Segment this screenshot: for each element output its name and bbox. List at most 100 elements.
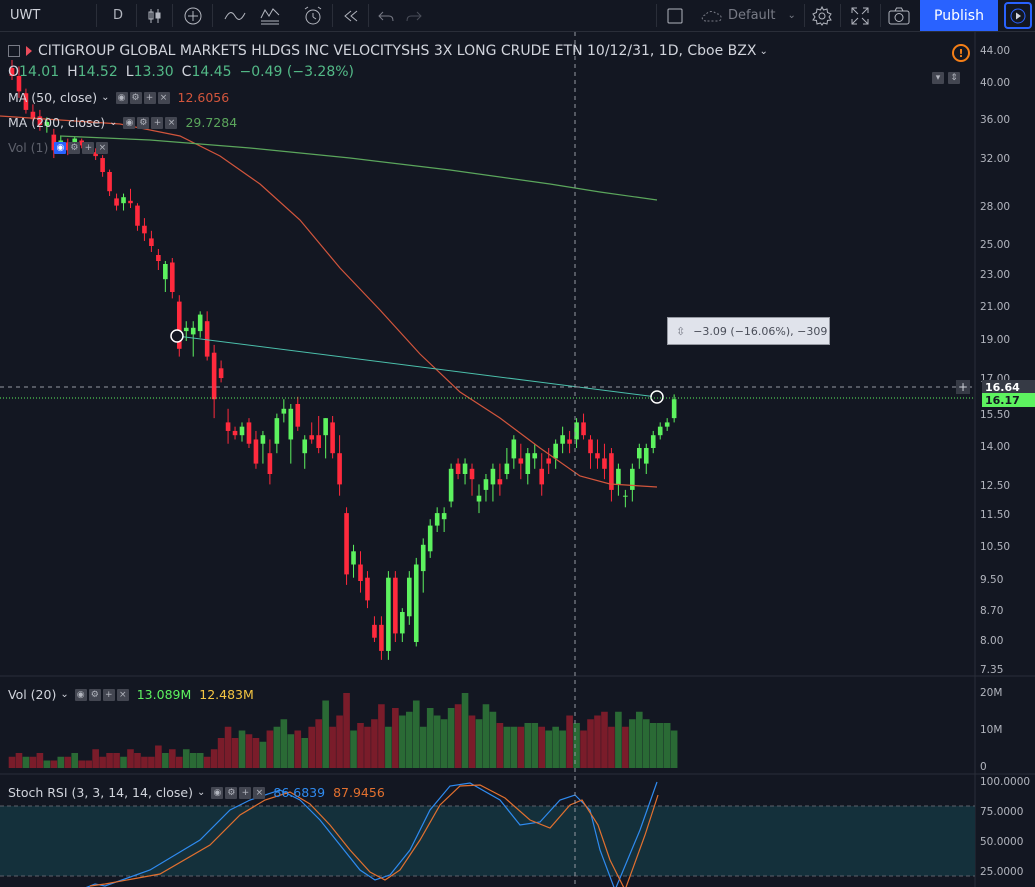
price-tick-label: 19.00 [980,334,1011,346]
replay-icon[interactable] [338,0,364,31]
candle-body [539,468,545,485]
volume-bar [364,726,371,768]
candle-body [232,430,238,436]
volume-bar [670,730,678,768]
add-icon[interactable]: + [82,141,95,154]
close-icon[interactable]: × [116,688,129,701]
eye-icon[interactable]: ◉ [115,91,128,104]
eye-icon[interactable]: ◉ [123,116,136,129]
candle-body [183,327,189,332]
chart-canvas[interactable] [0,32,1035,887]
indicators-icon[interactable] [220,0,250,31]
volume-bar [155,745,162,768]
settings-icon[interactable]: ⚙ [68,141,81,154]
close-icon[interactable]: × [96,141,109,154]
play-icon [1010,8,1026,23]
price-tick-label: 28.00 [980,201,1011,213]
candle-body [581,422,586,436]
close-icon[interactable]: × [157,91,170,104]
eye-icon[interactable]: ◉ [54,141,67,154]
stoch-d-value: 87.9456 [333,785,385,800]
candle-body [497,479,503,485]
candle-body [616,468,621,485]
gear-icon[interactable] [808,0,836,31]
flag-icon [26,46,32,56]
chevron-down-icon[interactable]: ⌄ [101,92,109,103]
alert-icon[interactable] [298,0,328,31]
candle-body [553,443,558,459]
volume-bar [217,738,225,768]
candle-body [156,255,161,261]
chevron-down-icon: ⌄ [787,10,796,21]
warning-icon[interactable]: ! [952,44,970,62]
volume-bar [36,753,44,768]
ma50-label: MA (50, close) [8,90,98,105]
stoch-legend: Stoch RSI (3, 3, 14, 14, close) ⌄ ◉ ⚙ + × 8… [8,785,385,800]
symbol-label: UWT [10,8,41,23]
close-icon[interactable]: × [253,786,266,799]
settings-icon[interactable]: ⚙ [129,91,142,104]
volume-bar [29,756,37,768]
cloud-icon [701,10,722,21]
templates-icon[interactable] [256,0,284,31]
volume-bar [71,753,79,768]
layout-selector[interactable]: Default ⌄ [700,0,804,31]
volume-bar [8,756,16,768]
chevron-down-icon[interactable]: ⌄ [109,117,117,128]
volume-bar [489,711,497,768]
volume-bar [266,730,274,768]
symbol-search[interactable]: UWT [0,0,96,31]
crosshair-add-icon[interactable]: + [956,380,970,394]
add-icon[interactable]: + [143,91,156,104]
volume-bar [510,726,518,768]
chevron-down-icon[interactable]: ▾ [932,72,944,84]
scale-buttons[interactable]: ▾ ⇕ [932,72,962,84]
volume-bar [552,726,559,768]
candle-body [386,577,391,651]
settings-icon[interactable]: ⚙ [225,786,238,799]
eye-icon[interactable]: ◉ [211,786,224,799]
trendline-handle[interactable] [170,329,184,343]
settings-icon[interactable]: ⚙ [137,116,150,129]
volume-bar [656,723,664,768]
trendline-handle[interactable] [650,390,664,404]
add-icon[interactable]: + [151,116,164,129]
chevron-down-icon[interactable]: ⌄ [60,689,68,700]
publish-button[interactable]: Publish [920,0,998,31]
measure-label: −3.09 (−16.06%), −309 [693,324,828,338]
candle-body [637,448,642,459]
price-tick-label: 14.00 [980,441,1011,453]
redo-icon[interactable] [402,0,426,31]
fullscreen-toggle-icon[interactable] [662,0,688,31]
interval-button[interactable]: D [104,0,132,31]
volume-bar [315,719,322,768]
compare-add-icon[interactable] [180,0,206,31]
volume-tick-label: 0 [980,761,987,773]
volume-bar [99,756,106,768]
chevron-down-icon[interactable]: ⌄ [759,46,767,57]
stoch-tick-label: 100.0000 [980,776,1031,788]
camera-icon[interactable] [884,0,914,31]
candles-icon[interactable] [142,0,168,31]
candle-body [379,624,384,651]
candle-body [441,513,447,520]
candle-body [267,453,273,474]
chevron-down-icon[interactable]: ⌄ [197,787,205,798]
undo-icon[interactable] [374,0,398,31]
eye-icon[interactable]: ◉ [74,688,87,701]
candle-body [602,458,607,469]
price-tick-label: 21.00 [980,301,1011,313]
play-button[interactable] [1004,2,1032,29]
scale-toggle-icon[interactable]: ⇕ [948,72,960,84]
settings-icon[interactable]: ⚙ [88,688,101,701]
candle-body [365,577,370,601]
close-icon[interactable]: × [165,116,178,129]
add-icon[interactable]: + [239,786,252,799]
add-icon[interactable]: + [102,688,115,701]
stoch-tick-label: 25.0000 [980,866,1024,878]
expand-icon[interactable] [846,0,874,31]
volume-bar [343,693,350,768]
collapse-icon[interactable] [8,45,20,57]
candle-body [448,468,454,502]
interval-label: D [112,8,123,23]
